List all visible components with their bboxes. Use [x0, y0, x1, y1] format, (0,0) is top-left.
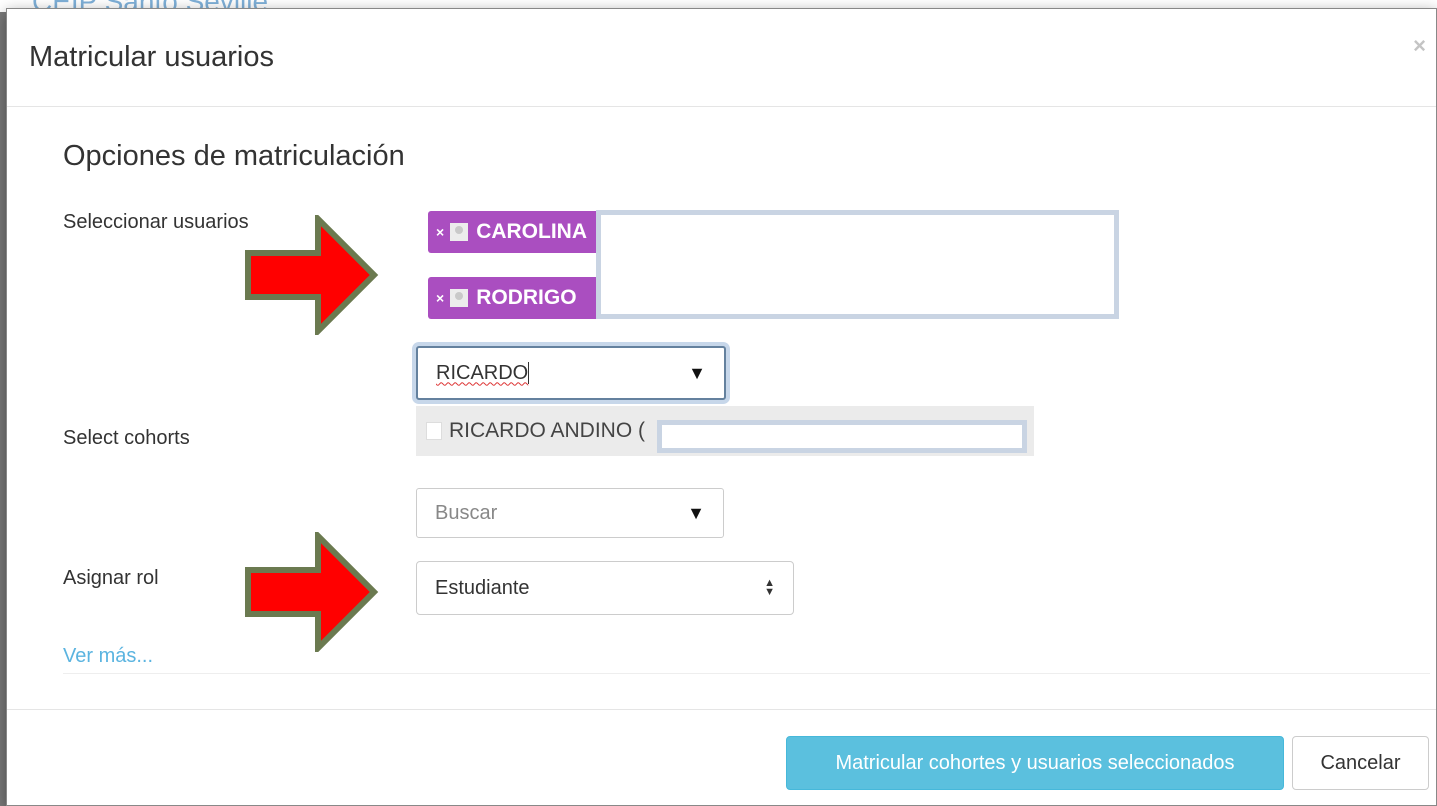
text-caret — [528, 362, 530, 385]
close-icon[interactable]: × — [1413, 35, 1426, 57]
divider — [63, 673, 1430, 674]
selected-user-name: CAROLINA — [476, 220, 588, 243]
dialog-header: Matricular usuarios × — [7, 9, 1436, 107]
user-avatar-icon — [450, 289, 469, 307]
user-search-input[interactable]: RICARDO ▼ — [416, 346, 726, 400]
section-title: Opciones de matriculación — [63, 140, 405, 172]
remove-icon[interactable]: × — [436, 290, 444, 306]
assign-role-label: Asignar rol — [63, 567, 159, 589]
select-users-label: Seleccionar usuarios — [63, 211, 249, 233]
user-search-value: RICARDO — [436, 361, 529, 384]
enrol-submit-button[interactable]: Matricular cohortes y usuarios seleccion… — [786, 736, 1284, 790]
cohort-search-placeholder: Buscar — [435, 501, 498, 524]
redaction-box — [596, 210, 1119, 319]
dialog-title: Matricular usuarios — [29, 41, 274, 73]
selected-user-name: RODRIGO — [476, 286, 577, 309]
remove-icon[interactable]: × — [436, 224, 444, 240]
cohort-search-input[interactable]: Buscar ▼ — [416, 488, 724, 538]
role-select-value: Estudiante — [435, 576, 530, 599]
user-avatar-icon — [426, 422, 442, 440]
enrol-users-dialog: Matricular usuarios × Opciones de matric… — [6, 8, 1437, 806]
redaction-box — [657, 420, 1027, 453]
role-select[interactable]: Estudiante ▲ ▼ — [416, 561, 794, 615]
selected-user-chip[interactable]: × CAROLINA — [428, 211, 606, 253]
sort-arrows-icon: ▲ ▼ — [764, 577, 775, 598]
selected-user-chip[interactable]: × RODRIGO — [428, 277, 606, 319]
dropdown-arrow-icon[interactable]: ▼ — [688, 363, 706, 384]
footer-divider — [7, 709, 1436, 710]
show-more-link[interactable]: Ver más... — [63, 645, 153, 668]
annotation-arrow-icon — [245, 215, 379, 335]
user-avatar-icon — [450, 223, 469, 241]
annotation-arrow-icon — [245, 532, 379, 652]
select-cohorts-label: Select cohorts — [63, 427, 190, 449]
cancel-button[interactable]: Cancelar — [1292, 736, 1429, 790]
suggestion-text: RICARDO ANDINO ( — [449, 419, 646, 442]
dropdown-arrow-icon[interactable]: ▼ — [687, 503, 705, 524]
